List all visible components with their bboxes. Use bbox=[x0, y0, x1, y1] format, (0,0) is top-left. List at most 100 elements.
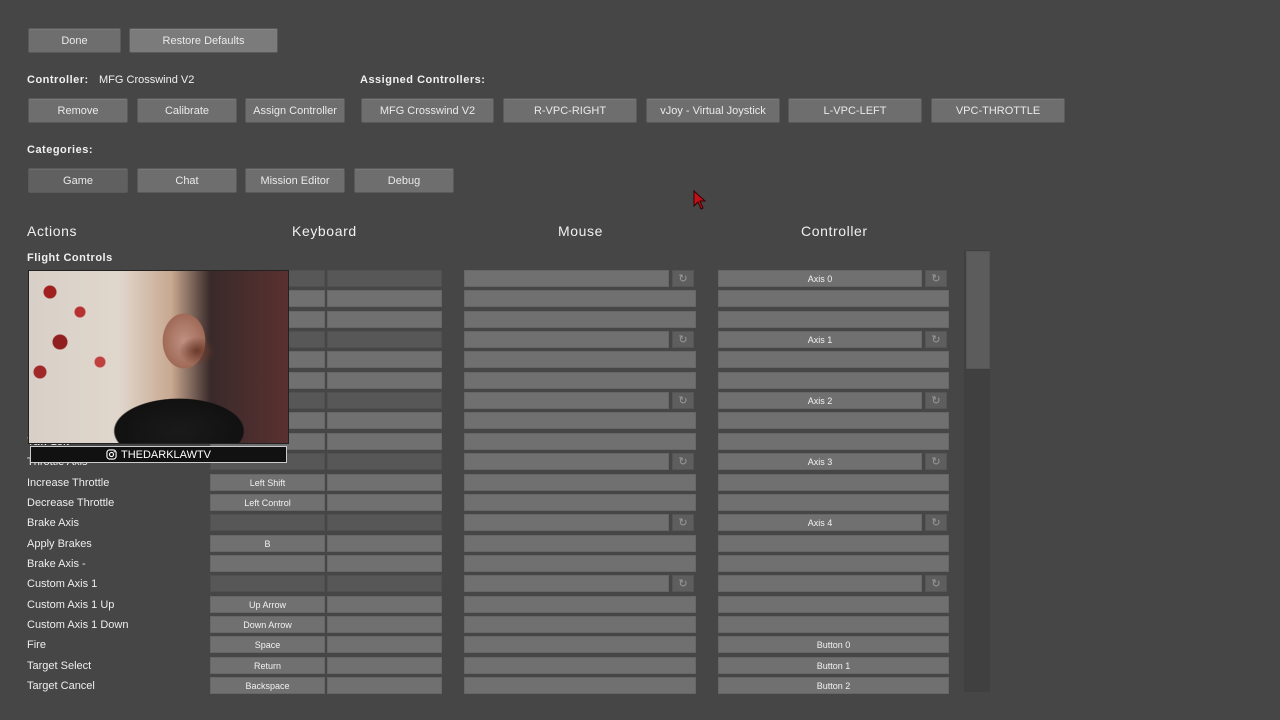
keyboard-binding-secondary[interactable] bbox=[327, 514, 442, 531]
reset-icon[interactable]: ↻ bbox=[925, 453, 947, 470]
mouse-binding[interactable] bbox=[464, 412, 696, 429]
done-button[interactable]: Done bbox=[28, 28, 121, 53]
controller-binding[interactable] bbox=[718, 290, 949, 307]
mouse-binding[interactable] bbox=[464, 636, 696, 653]
mouse-binding[interactable] bbox=[464, 514, 669, 531]
keyboard-binding-primary[interactable]: Left Control bbox=[210, 494, 325, 511]
keyboard-binding-secondary[interactable] bbox=[327, 412, 442, 429]
reset-icon[interactable]: ↻ bbox=[925, 575, 947, 592]
category-chat-tab[interactable]: Chat bbox=[137, 168, 237, 193]
keyboard-binding-secondary[interactable] bbox=[327, 657, 442, 674]
mouse-binding[interactable] bbox=[464, 453, 669, 470]
mouse-binding[interactable] bbox=[464, 494, 696, 511]
keyboard-binding-primary[interactable]: B bbox=[210, 535, 325, 552]
keyboard-binding-secondary[interactable] bbox=[327, 351, 442, 368]
keyboard-binding-secondary[interactable] bbox=[327, 311, 442, 328]
keyboard-binding-secondary[interactable] bbox=[327, 575, 442, 592]
keyboard-binding-secondary[interactable] bbox=[327, 392, 442, 409]
assigned-controller-mfg[interactable]: MFG Crosswind V2 bbox=[361, 98, 494, 123]
controller-binding[interactable] bbox=[718, 575, 922, 592]
keyboard-binding-primary[interactable] bbox=[210, 514, 325, 531]
keyboard-binding-secondary[interactable] bbox=[327, 331, 442, 348]
keyboard-binding-primary[interactable]: Backspace bbox=[210, 677, 325, 694]
reset-icon[interactable]: ↻ bbox=[672, 392, 694, 409]
controller-binding[interactable] bbox=[718, 474, 949, 491]
reset-icon[interactable]: ↻ bbox=[672, 453, 694, 470]
reset-icon[interactable]: ↻ bbox=[672, 575, 694, 592]
controller-binding[interactable] bbox=[718, 596, 949, 613]
reset-icon[interactable]: ↻ bbox=[925, 392, 947, 409]
keyboard-binding-primary[interactable]: Left Shift bbox=[210, 474, 325, 491]
reset-icon[interactable]: ↻ bbox=[672, 514, 694, 531]
mouse-binding[interactable] bbox=[464, 433, 696, 450]
assigned-controller-l-vpc-left[interactable]: L-VPC-LEFT bbox=[788, 98, 922, 123]
controller-binding[interactable] bbox=[718, 535, 949, 552]
mouse-binding[interactable] bbox=[464, 351, 696, 368]
controller-binding[interactable]: Button 2 bbox=[718, 677, 949, 694]
category-debug-tab[interactable]: Debug bbox=[354, 168, 454, 193]
keyboard-binding-primary[interactable]: Down Arrow bbox=[210, 616, 325, 633]
controller-binding[interactable] bbox=[718, 372, 949, 389]
keyboard-binding-primary[interactable]: Space bbox=[210, 636, 325, 653]
mouse-binding[interactable] bbox=[464, 616, 696, 633]
keyboard-binding-secondary[interactable] bbox=[327, 270, 442, 287]
controller-binding[interactable] bbox=[718, 351, 949, 368]
mouse-binding[interactable] bbox=[464, 555, 696, 572]
controller-binding[interactable] bbox=[718, 555, 949, 572]
mouse-binding[interactable] bbox=[464, 372, 696, 389]
controller-binding[interactable] bbox=[718, 311, 949, 328]
restore-defaults-button[interactable]: Restore Defaults bbox=[129, 28, 278, 53]
reset-icon[interactable]: ↻ bbox=[925, 270, 947, 287]
keyboard-binding-secondary[interactable] bbox=[327, 474, 442, 491]
controller-binding[interactable] bbox=[718, 494, 949, 511]
mouse-binding[interactable] bbox=[464, 596, 696, 613]
keyboard-binding-secondary[interactable] bbox=[327, 433, 442, 450]
keyboard-binding-secondary[interactable] bbox=[327, 636, 442, 653]
assigned-controller-vjoy[interactable]: vJoy - Virtual Joystick bbox=[646, 98, 780, 123]
mouse-binding[interactable] bbox=[464, 677, 696, 694]
controller-binding[interactable]: Button 1 bbox=[718, 657, 949, 674]
keyboard-binding-primary[interactable]: Return bbox=[210, 657, 325, 674]
reset-icon[interactable]: ↻ bbox=[672, 270, 694, 287]
keyboard-binding-secondary[interactable] bbox=[327, 290, 442, 307]
scrollbar-thumb[interactable] bbox=[966, 251, 990, 369]
mouse-binding[interactable] bbox=[464, 270, 669, 287]
assigned-controller-vpc-throttle[interactable]: VPC-THROTTLE bbox=[931, 98, 1065, 123]
assigned-controller-r-vpc-right[interactable]: R-VPC-RIGHT bbox=[503, 98, 637, 123]
keyboard-binding-secondary[interactable] bbox=[327, 494, 442, 511]
keyboard-binding-secondary[interactable] bbox=[327, 535, 442, 552]
mouse-binding[interactable] bbox=[464, 311, 696, 328]
mouse-binding[interactable] bbox=[464, 392, 669, 409]
controller-binding[interactable]: Axis 2 bbox=[718, 392, 922, 409]
calibrate-button[interactable]: Calibrate bbox=[137, 98, 237, 123]
mouse-binding[interactable] bbox=[464, 575, 669, 592]
keyboard-binding-secondary[interactable] bbox=[327, 372, 442, 389]
controller-binding[interactable]: Axis 0 bbox=[718, 270, 922, 287]
keyboard-binding-secondary[interactable] bbox=[327, 677, 442, 694]
mouse-binding[interactable] bbox=[464, 331, 669, 348]
mouse-binding[interactable] bbox=[464, 474, 696, 491]
keyboard-binding-secondary[interactable] bbox=[327, 555, 442, 572]
remove-button[interactable]: Remove bbox=[28, 98, 128, 123]
keyboard-binding-secondary[interactable] bbox=[327, 596, 442, 613]
keyboard-binding-secondary[interactable] bbox=[327, 453, 442, 470]
reset-icon[interactable]: ↻ bbox=[925, 331, 947, 348]
keyboard-binding-primary[interactable] bbox=[210, 575, 325, 592]
assign-controller-button[interactable]: Assign Controller bbox=[245, 98, 345, 123]
category-game-tab[interactable]: Game bbox=[28, 168, 128, 193]
controller-binding[interactable] bbox=[718, 412, 949, 429]
keyboard-binding-secondary[interactable] bbox=[327, 616, 442, 633]
controller-binding[interactable]: Axis 3 bbox=[718, 453, 922, 470]
category-mission-editor-tab[interactable]: Mission Editor bbox=[245, 168, 345, 193]
controller-binding[interactable]: Axis 4 bbox=[718, 514, 922, 531]
controller-binding[interactable]: Axis 1 bbox=[718, 331, 922, 348]
reset-icon[interactable]: ↻ bbox=[925, 514, 947, 531]
controller-binding[interactable] bbox=[718, 616, 949, 633]
controller-binding[interactable]: Button 0 bbox=[718, 636, 949, 653]
mouse-binding[interactable] bbox=[464, 535, 696, 552]
reset-icon[interactable]: ↻ bbox=[672, 331, 694, 348]
mouse-binding[interactable] bbox=[464, 657, 696, 674]
keyboard-binding-primary[interactable] bbox=[210, 555, 325, 572]
controller-binding[interactable] bbox=[718, 433, 949, 450]
keyboard-binding-primary[interactable]: Up Arrow bbox=[210, 596, 325, 613]
